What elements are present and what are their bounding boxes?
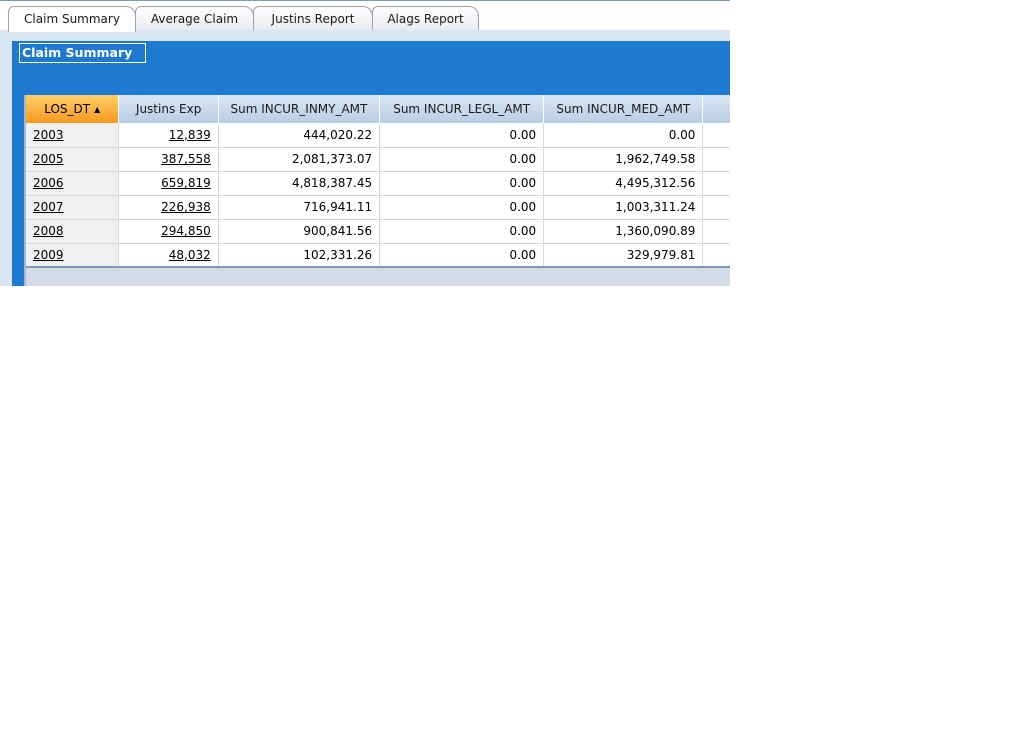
year-link[interactable]: 2009 bbox=[33, 248, 64, 262]
justins-exp-link[interactable]: 226,938 bbox=[161, 200, 211, 214]
app-window: Claim Summary Average Claim Justins Repo… bbox=[0, 0, 730, 286]
table-row: 2005 387,558 2,081,373.07 0.00 1,962,749.58 bbox=[26, 147, 730, 172]
justins-exp-cell[interactable]: 387,558 bbox=[118, 147, 219, 172]
report-panel: Claim Summary LOS_DT ▲ Justins Exp Sum IN… bbox=[12, 41, 730, 286]
amount-cell: 0.00 bbox=[543, 123, 704, 148]
amount-cell: 1,003,311.24 bbox=[543, 195, 704, 220]
justins-exp-link[interactable]: 48,032 bbox=[169, 248, 211, 262]
justins-exp-cell[interactable]: 12,839 bbox=[118, 123, 219, 148]
justins-exp-link[interactable]: 294,850 bbox=[161, 224, 211, 238]
table-row: 2009 48,032 102,331.26 0.00 329,979.81 bbox=[26, 243, 730, 268]
column-header-sum-incur-legl-amt[interactable]: Sum INCUR_LEGL_AMT bbox=[379, 95, 545, 123]
overflow-cell bbox=[702, 171, 730, 196]
tab-bar: Claim Summary Average Claim Justins Repo… bbox=[0, 0, 730, 32]
totals-cell bbox=[702, 266, 730, 286]
justins-exp-link[interactable]: 387,558 bbox=[161, 152, 211, 166]
year-link[interactable]: 2005 bbox=[33, 152, 64, 166]
justins-exp-link[interactable]: 12,839 bbox=[169, 128, 211, 142]
los-dt-cell[interactable]: 2003 bbox=[26, 123, 120, 148]
justins-exp-cell[interactable]: 226,938 bbox=[118, 195, 219, 220]
justins-exp-cell[interactable]: 48,032 bbox=[118, 243, 219, 268]
overflow-cell bbox=[702, 147, 730, 172]
column-header-overflow bbox=[702, 95, 730, 123]
table-row: 2008 294,850 900,841.56 0.00 1,360,090.89 bbox=[26, 219, 730, 244]
totals-cell bbox=[379, 266, 545, 286]
amount-cell: 4,818,387.45 bbox=[218, 171, 381, 196]
amount-cell: 0.00 bbox=[379, 195, 545, 220]
justins-exp-link[interactable]: 659,819 bbox=[161, 176, 211, 190]
column-header-sum-incur-med-amt[interactable]: Sum INCUR_MED_AMT bbox=[543, 95, 704, 123]
overflow-cell bbox=[702, 123, 730, 148]
amount-cell: 2,081,373.07 bbox=[218, 147, 381, 172]
amount-cell: 444,020.22 bbox=[218, 123, 381, 148]
header-row: LOS_DT ▲ Justins Exp Sum INCUR_INMY_AMT S… bbox=[26, 95, 730, 123]
amount-cell: 1,962,749.58 bbox=[543, 147, 704, 172]
los-dt-cell[interactable]: 2009 bbox=[26, 243, 120, 268]
tab-justins-report[interactable]: Justins Report bbox=[253, 6, 373, 31]
table-row: 2003 12,839 444,020.22 0.00 0.00 bbox=[26, 123, 730, 148]
column-header-label: LOS_DT bbox=[44, 102, 91, 116]
tab-average-claim[interactable]: Average Claim bbox=[135, 6, 254, 31]
sort-ascending-icon: ▲ bbox=[94, 105, 101, 114]
justins-exp-cell[interactable]: 294,850 bbox=[118, 219, 219, 244]
amount-cell: 0.00 bbox=[379, 147, 545, 172]
amount-cell: 1,360,090.89 bbox=[543, 219, 704, 244]
table-row: 2006 659,819 4,818,387.45 0.00 4,495,312.56 bbox=[26, 171, 730, 196]
totals-row bbox=[26, 266, 730, 286]
amount-cell: 4,495,312.56 bbox=[543, 171, 704, 196]
justins-exp-cell[interactable]: 659,819 bbox=[118, 171, 219, 196]
los-dt-cell[interactable]: 2008 bbox=[26, 219, 120, 244]
year-link[interactable]: 2007 bbox=[33, 200, 64, 214]
overflow-cell bbox=[702, 195, 730, 220]
totals-cell bbox=[218, 266, 381, 286]
overflow-cell bbox=[702, 243, 730, 268]
year-link[interactable]: 2006 bbox=[33, 176, 64, 190]
amount-cell: 0.00 bbox=[379, 123, 545, 148]
year-link[interactable]: 2008 bbox=[33, 224, 64, 238]
data-grid: LOS_DT ▲ Justins Exp Sum INCUR_INMY_AMT S… bbox=[24, 95, 730, 286]
year-link[interactable]: 2003 bbox=[33, 128, 64, 142]
los-dt-cell[interactable]: 2005 bbox=[26, 147, 120, 172]
overflow-cell bbox=[702, 219, 730, 244]
amount-cell: 716,941.11 bbox=[218, 195, 381, 220]
totals-cell bbox=[118, 266, 219, 286]
table-body: 2003 12,839 444,020.22 0.00 0.00 2005 387,558 2… bbox=[26, 123, 730, 286]
data-table: LOS_DT ▲ Justins Exp Sum INCUR_INMY_AMT S… bbox=[26, 95, 730, 286]
amount-cell: 329,979.81 bbox=[543, 243, 704, 268]
tab-claim-summary[interactable]: Claim Summary bbox=[8, 6, 136, 32]
los-dt-cell[interactable]: 2006 bbox=[26, 171, 120, 196]
column-header-sum-incur-inmy-amt[interactable]: Sum INCUR_INMY_AMT bbox=[218, 95, 381, 123]
totals-cell bbox=[543, 266, 704, 286]
amount-cell: 0.00 bbox=[379, 219, 545, 244]
amount-cell: 0.00 bbox=[379, 171, 545, 196]
totals-cell bbox=[26, 266, 120, 286]
amount-cell: 0.00 bbox=[379, 243, 545, 268]
column-header-los-dt[interactable]: LOS_DT ▲ bbox=[26, 95, 120, 123]
los-dt-cell[interactable]: 2007 bbox=[26, 195, 120, 220]
panel-title: Claim Summary bbox=[19, 43, 146, 63]
amount-cell: 900,841.56 bbox=[218, 219, 381, 244]
tab-alags-report[interactable]: Alags Report bbox=[372, 6, 479, 31]
table-row: 2007 226,938 716,941.11 0.00 1,003,311.24 bbox=[26, 195, 730, 220]
amount-cell: 102,331.26 bbox=[218, 243, 381, 268]
column-header-justins-exp[interactable]: Justins Exp bbox=[118, 95, 219, 123]
